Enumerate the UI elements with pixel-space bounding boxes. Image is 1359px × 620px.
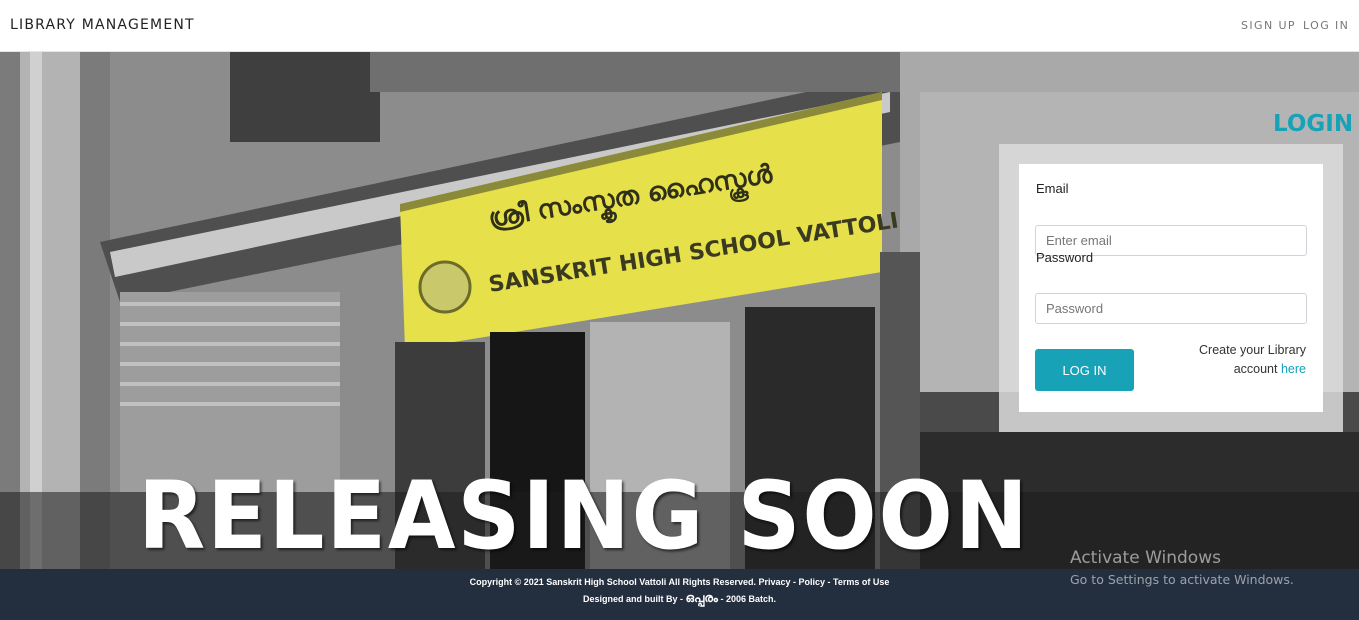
footer-credits-name: ഒപ്പരം bbox=[685, 591, 718, 605]
login-heading: LOGIN bbox=[1273, 111, 1354, 137]
login-form: Email Password LOG IN Create your Librar… bbox=[1019, 164, 1323, 412]
create-account-link[interactable]: here bbox=[1281, 362, 1306, 376]
navbar: LIBRARY MANAGEMENT SIGN UP LOG IN bbox=[0, 0, 1359, 52]
footer-credits-prefix: Designed and built By - bbox=[583, 594, 686, 604]
create-account-text: Create your Library account here bbox=[1199, 341, 1306, 379]
email-label: Email bbox=[1036, 181, 1069, 196]
login-panel: Email Password LOG IN Create your Librar… bbox=[999, 144, 1343, 432]
footer-credits-suffix: - 2006 Batch. bbox=[717, 594, 776, 604]
password-field[interactable] bbox=[1035, 293, 1307, 324]
nav-signup-link[interactable]: SIGN UP bbox=[1241, 19, 1296, 32]
releasing-soon-banner: RELEASING SOON bbox=[138, 462, 1030, 569]
login-button[interactable]: LOG IN bbox=[1035, 349, 1134, 391]
footer-credits: Designed and built By - ഒപ്പരം - 2006 Ba… bbox=[0, 591, 1359, 606]
create-account-line1: Create your Library bbox=[1199, 343, 1306, 357]
create-account-line2: account bbox=[1233, 362, 1278, 376]
brand-title[interactable]: LIBRARY MANAGEMENT bbox=[10, 17, 195, 33]
footer: Copyright © 2021 Sanskrit High School Va… bbox=[0, 569, 1359, 620]
footer-copyright: Copyright © 2021 Sanskrit High School Va… bbox=[469, 577, 890, 587]
password-label: Password bbox=[1036, 250, 1094, 265]
nav-login-link[interactable]: LOG IN bbox=[1303, 19, 1349, 32]
